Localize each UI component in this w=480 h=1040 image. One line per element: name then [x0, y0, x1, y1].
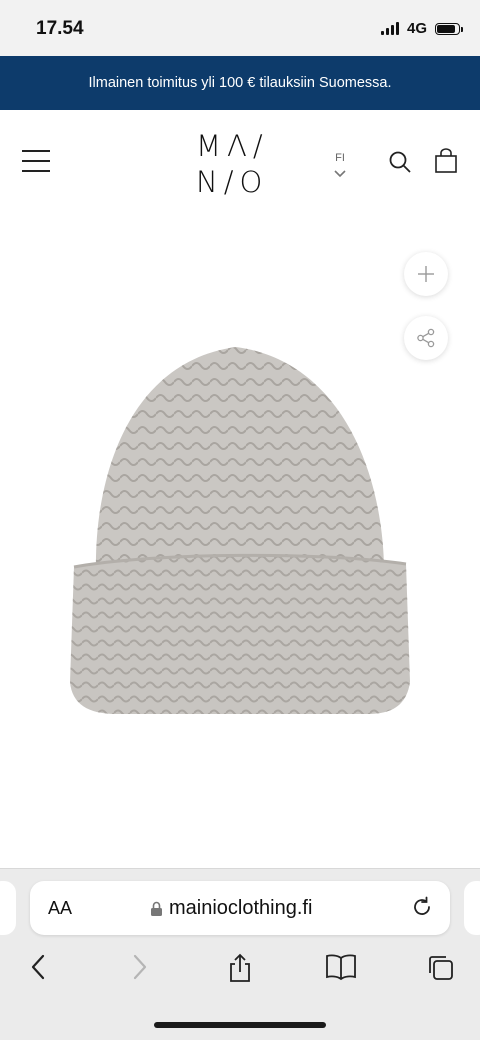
site-header: MΛ/ N/O FI — [0, 110, 480, 213]
search-icon[interactable] — [388, 150, 412, 174]
signal-icon — [380, 22, 399, 35]
menu-icon-line — [22, 150, 50, 152]
chevron-down-icon[interactable] — [332, 168, 348, 180]
network-label: 4G — [406, 20, 427, 37]
menu-icon-line — [22, 170, 50, 172]
text-size-button[interactable]: AA — [48, 898, 72, 919]
status-time: 17.54 — [36, 18, 84, 39]
status-bar: 17.54 4G — [0, 0, 480, 56]
lock-icon — [151, 901, 162, 916]
status-indicators: 4G — [380, 20, 463, 37]
logo-line-1: MΛ/ — [196, 129, 269, 163]
banner-text: Ilmainen toimitus yli 100 € tilauksiin S… — [88, 75, 392, 91]
next-tab-preview[interactable] — [464, 881, 480, 935]
product-image-beanie[interactable] — [66, 342, 416, 722]
zoom-button[interactable] — [404, 252, 448, 296]
bag-icon[interactable] — [434, 148, 458, 174]
battery-fill — [437, 24, 455, 33]
bookmarks-icon[interactable] — [324, 953, 358, 981]
plus-icon — [418, 266, 434, 282]
reload-icon[interactable] — [410, 895, 434, 919]
share-icon — [417, 328, 435, 348]
share-sheet-icon[interactable] — [226, 953, 254, 983]
menu-button[interactable] — [22, 150, 50, 172]
shipping-banner[interactable]: Ilmainen toimitus yli 100 € tilauksiin S… — [0, 56, 480, 110]
menu-icon-line — [22, 160, 50, 162]
address-bar[interactable]: AA mainioclothing.fi — [30, 881, 450, 935]
brand-logo[interactable]: MΛ/ N/O — [196, 128, 286, 200]
logo-line-2: N/O — [196, 165, 269, 199]
url-display[interactable]: mainioclothing.fi — [150, 897, 312, 920]
home-indicator — [154, 1022, 326, 1028]
url-text: mainioclothing.fi — [169, 897, 313, 919]
back-icon[interactable] — [28, 953, 48, 981]
tabs-icon[interactable] — [426, 953, 456, 983]
previous-tab-preview[interactable] — [0, 881, 16, 935]
battery-icon — [435, 22, 463, 35]
language-selector[interactable]: FI — [332, 152, 348, 164]
browser-toolbar: AA mainioclothing.fi — [0, 868, 480, 1040]
forward-icon[interactable] — [130, 953, 150, 981]
product-gallery[interactable] — [0, 212, 480, 868]
